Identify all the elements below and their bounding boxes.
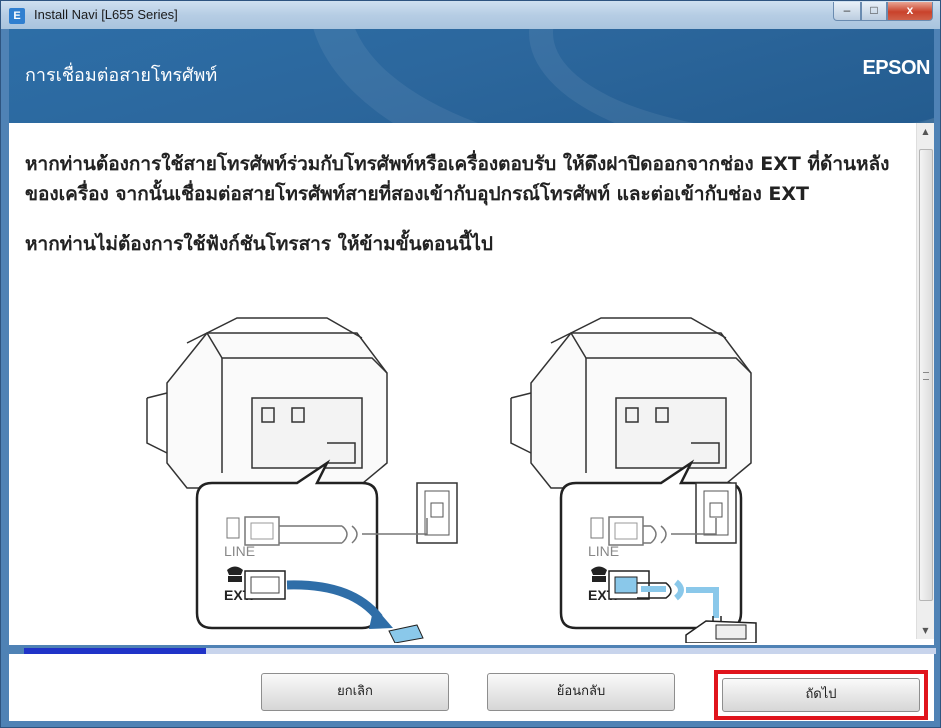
close-button[interactable]: x bbox=[887, 2, 933, 21]
installer-window: E Install Navi [L655 Series] – □ x การเช… bbox=[0, 0, 941, 728]
window-title: Install Navi [L655 Series] bbox=[34, 7, 178, 22]
header-banner: การเชื่อมต่อสายโทรศัพท์ EPSON bbox=[9, 29, 934, 123]
minimize-button[interactable]: – bbox=[833, 2, 861, 21]
instructions: หากท่านต้องการใช้สายโทรศัพท์ร่วมกับโทรศั… bbox=[25, 149, 905, 259]
illustration-remove-cap: LINE EXT. bbox=[146, 317, 458, 643]
next-button-highlight bbox=[714, 670, 928, 720]
maximize-button[interactable]: □ bbox=[861, 2, 887, 21]
app-icon: E bbox=[9, 8, 25, 24]
window-controls: – □ x bbox=[833, 2, 933, 21]
scrollbar-thumb[interactable] bbox=[919, 149, 933, 601]
instruction-paragraph-2: หากท่านไม่ต้องการใช้ฟังก์ชันโทรสาร ให้ข้… bbox=[25, 233, 493, 255]
back-button[interactable]: ย้อนกลับ bbox=[487, 673, 675, 711]
illustration-connect-phone: LINE EXT. bbox=[510, 317, 757, 643]
scroll-down-arrow-icon[interactable]: ▼ bbox=[917, 622, 934, 639]
vertical-scrollbar[interactable]: ▲ ▼ bbox=[916, 123, 934, 639]
instruction-paragraph-1: หากท่านต้องการใช้สายโทรศัพท์ร่วมกับโทรศั… bbox=[25, 153, 890, 205]
content-panel: หากท่านต้องการใช้สายโทรศัพท์ร่วมกับโทรศั… bbox=[9, 123, 934, 645]
scrollbar-grip-icon bbox=[923, 372, 929, 380]
cancel-button[interactable]: ยกเลิก bbox=[261, 673, 449, 711]
epson-logo: EPSON bbox=[862, 57, 930, 79]
title-bar[interactable]: E Install Navi [L655 Series] – □ x bbox=[1, 1, 940, 29]
page-title: การเชื่อมต่อสายโทรศัพท์ bbox=[25, 65, 218, 86]
scroll-up-arrow-icon[interactable]: ▲ bbox=[917, 123, 934, 140]
footer-button-bar: ยกเลิก ย้อนกลับ ถัดไป bbox=[9, 654, 934, 721]
